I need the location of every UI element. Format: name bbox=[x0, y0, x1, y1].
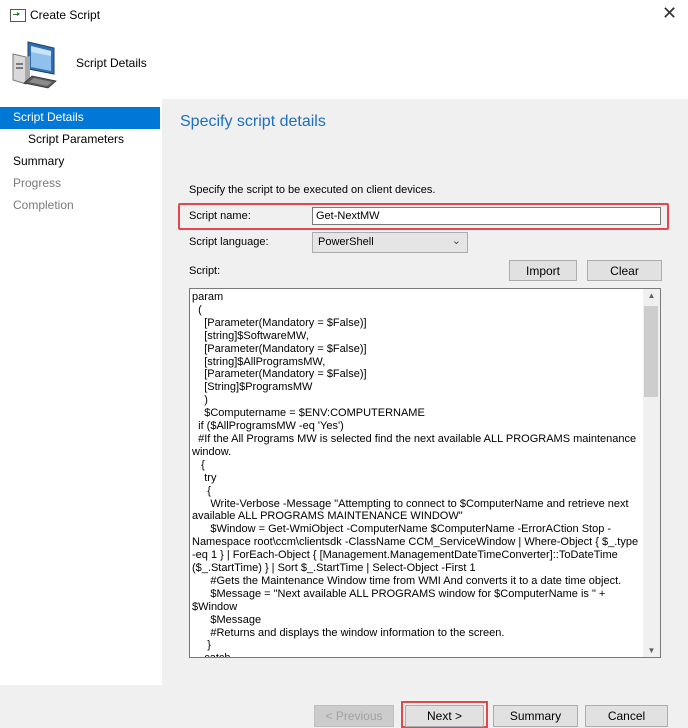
script-line: } bbox=[192, 639, 211, 652]
script-line: [string]$SoftwareMW, bbox=[192, 329, 309, 342]
script-line: try bbox=[192, 471, 217, 484]
script-line: { bbox=[192, 458, 205, 471]
script-language-value: PowerShell bbox=[318, 236, 374, 248]
script-line: [Parameter(Mandatory = $False)] bbox=[192, 342, 367, 355]
script-line: $Message = "Next available ALL PROGRAMS … bbox=[192, 587, 609, 613]
script-language-label: Script language: bbox=[189, 236, 269, 248]
wizard-steps-sidebar: Script Details Script Parameters Summary… bbox=[0, 107, 160, 217]
content-panel: Specify script details Specify the scrip… bbox=[162, 99, 688, 685]
sidebar-item-script-parameters[interactable]: Script Parameters bbox=[0, 129, 160, 151]
cancel-button[interactable]: Cancel bbox=[585, 705, 668, 727]
script-line: ) bbox=[192, 394, 208, 407]
script-line: Write-Verbose -Message "Attempting to co… bbox=[192, 497, 632, 523]
computer-icon bbox=[12, 41, 57, 89]
script-line: [String]$ProgramsMW bbox=[192, 381, 313, 394]
script-code: param ( [Parameter(Mandatory = $False)] … bbox=[192, 291, 642, 657]
next-button[interactable]: Next > bbox=[405, 705, 484, 727]
sidebar-item-script-details[interactable]: Script Details bbox=[0, 107, 160, 129]
script-line: [Parameter(Mandatory = $False)] bbox=[192, 316, 367, 329]
import-button[interactable]: Import bbox=[509, 260, 577, 281]
sidebar-item-summary[interactable]: Summary bbox=[0, 151, 160, 173]
script-line: #Gets the Maintenance Window time from W… bbox=[192, 574, 622, 587]
script-line: ( bbox=[192, 303, 202, 316]
script-line: catch bbox=[192, 652, 641, 657]
sidebar-item-progress: Progress bbox=[13, 176, 62, 190]
script-label: Script: bbox=[189, 265, 221, 277]
sidebar-item-completion: Completion bbox=[13, 198, 74, 212]
scroll-up-icon[interactable]: ▲ bbox=[643, 291, 660, 300]
previous-button: < Previous bbox=[314, 705, 394, 727]
wizard-header: Script Details bbox=[0, 32, 688, 97]
page-title: Specify script details bbox=[180, 113, 326, 130]
script-line: { bbox=[192, 484, 211, 497]
script-line: [Parameter(Mandatory = $False)] bbox=[192, 368, 367, 381]
script-line: $Message bbox=[192, 613, 262, 626]
script-editor[interactable]: param ( [Parameter(Mandatory = $False)] … bbox=[189, 288, 661, 658]
script-name-input[interactable] bbox=[312, 207, 661, 225]
scroll-down-icon[interactable]: ▼ bbox=[643, 646, 660, 655]
header-title: Script Details bbox=[76, 56, 147, 70]
script-line: param bbox=[192, 291, 224, 303]
close-icon[interactable]: ✕ bbox=[662, 4, 677, 22]
description-text: Specify the script to be executed on cli… bbox=[189, 184, 436, 196]
app-icon bbox=[10, 9, 26, 22]
script-line: #Returns and displays the window informa… bbox=[192, 626, 505, 639]
window-title: Create Script bbox=[30, 8, 101, 22]
script-name-label: Script name: bbox=[189, 210, 251, 222]
scrollbar-thumb[interactable] bbox=[644, 306, 658, 397]
summary-button[interactable]: Summary bbox=[493, 705, 578, 727]
clear-button[interactable]: Clear bbox=[587, 260, 662, 281]
chevron-down-icon: ⌄ bbox=[451, 235, 461, 247]
vertical-scrollbar[interactable]: ▲ ▼ bbox=[643, 289, 660, 657]
script-line: $Window = Get-WmiObject -ComputerName $C… bbox=[192, 523, 642, 575]
script-line: $Computername = $ENV:COMPUTERNAME bbox=[192, 407, 425, 420]
script-line: if ($AllProgramsMW -eq 'Yes') bbox=[192, 420, 344, 433]
script-line: [string]$AllProgramsMW, bbox=[192, 355, 326, 368]
title-bar: Create Script ✕ bbox=[0, 0, 688, 32]
script-line: #If the All Programs MW is selected find… bbox=[192, 432, 640, 458]
script-language-select[interactable]: PowerShell ⌄ bbox=[312, 232, 468, 253]
